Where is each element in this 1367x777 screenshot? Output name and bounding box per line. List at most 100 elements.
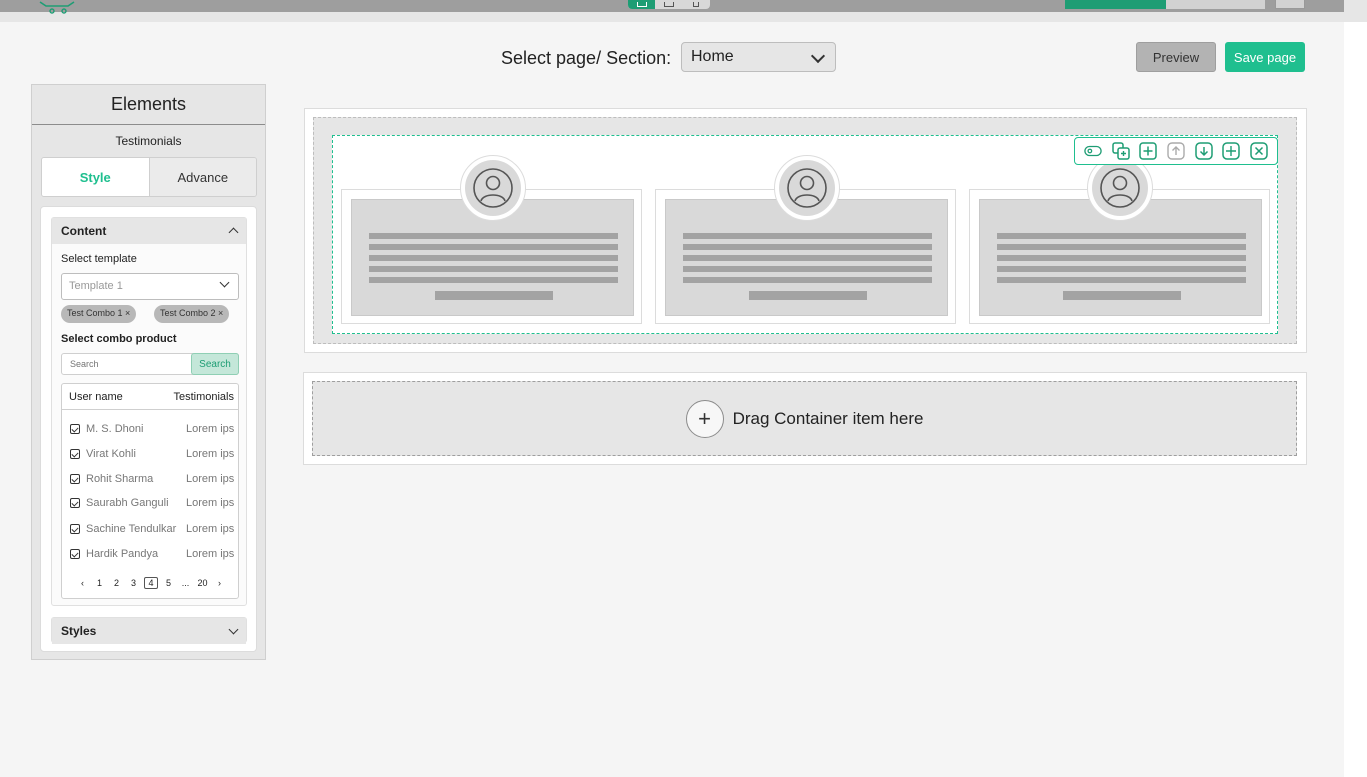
pagination: ‹ 1 2 3 4 5 ... 20 › — [62, 577, 238, 589]
checkbox[interactable] — [70, 424, 80, 434]
content-title: Content — [61, 224, 107, 238]
name-placeholder-line — [435, 291, 553, 300]
text-placeholder-line — [683, 277, 932, 283]
preview-button[interactable]: Preview — [1136, 42, 1216, 72]
chevron-down-icon — [810, 48, 826, 64]
row-testimonial: Lorem ips — [186, 523, 235, 535]
plus-icon[interactable]: + — [685, 399, 724, 438]
testimonials-table: User name Testimonials M. S. Dhoni Lorem… — [61, 383, 239, 599]
top-secondary-button[interactable] — [1166, 0, 1265, 9]
page-select[interactable]: Home — [681, 42, 836, 72]
content-accordion: Content Select template Template 1 Test … — [51, 217, 247, 606]
move-icon[interactable] — [1222, 142, 1241, 160]
search-input[interactable] — [70, 359, 180, 369]
name-placeholder-line — [749, 291, 867, 300]
drop-zone-label: Drag Container item here — [732, 408, 924, 428]
text-placeholder-line — [997, 255, 1246, 261]
styles-title: Styles — [61, 624, 97, 638]
table-row[interactable]: Rohit Sharma Lorem ips — [70, 471, 234, 487]
pagination-page-current[interactable]: 4 — [144, 577, 158, 589]
text-placeholder-line — [369, 277, 618, 283]
pagination-page[interactable]: 3 — [125, 578, 142, 588]
move-up-icon[interactable] — [1167, 142, 1185, 160]
row-username: Sachine Tendulkar — [86, 523, 177, 535]
template-select-value: Template 1 — [69, 280, 123, 292]
content-accordion-header[interactable]: Content — [52, 218, 246, 244]
pagination-next[interactable]: › — [211, 578, 228, 588]
pagination-page[interactable]: 1 — [91, 578, 108, 588]
pagination-page[interactable]: 2 — [108, 578, 125, 588]
table-row[interactable]: Sachine Tendulkar Lorem ips — [70, 521, 234, 537]
checkbox[interactable] — [70, 549, 80, 559]
top-icon-button[interactable] — [1275, 0, 1305, 9]
right-scroll-strip — [1344, 22, 1367, 777]
table-row[interactable]: Hardik Pandya Lorem ips — [70, 546, 234, 562]
select-template-label: Select template — [61, 253, 137, 265]
top-primary-button[interactable] — [1065, 0, 1166, 9]
tablet-icon[interactable] — [655, 0, 682, 9]
row-username: Saurabh Ganguli — [86, 497, 169, 509]
column-header-username: User name — [69, 390, 123, 403]
combo-chip[interactable]: Test Combo 1 × — [61, 305, 137, 323]
column-header-testimonials: Testimonials — [173, 390, 234, 403]
row-username: Virat Kohli — [86, 448, 136, 460]
row-username: Hardik Pandya — [86, 548, 159, 560]
row-testimonial: Lorem ips — [186, 497, 235, 509]
chevron-up-icon — [228, 227, 239, 238]
template-select[interactable]: Template 1 — [61, 273, 239, 300]
search-button[interactable]: Search — [191, 353, 239, 375]
add-icon[interactable] — [1139, 142, 1157, 160]
settings-card: Content Select template Template 1 Test … — [40, 206, 257, 652]
pagination-page[interactable]: 20 — [194, 578, 211, 588]
text-placeholder-line — [683, 233, 932, 239]
mobile-icon[interactable] — [682, 0, 709, 9]
text-placeholder-line — [683, 266, 932, 272]
table-header: User name Testimonials — [62, 384, 238, 410]
top-bar — [0, 0, 1367, 22]
text-placeholder-line — [369, 255, 618, 261]
combo-chip[interactable]: Test Combo 2 × — [154, 305, 230, 323]
table-row[interactable]: Saurabh Ganguli Lorem ips — [70, 495, 234, 511]
row-username: M. S. Dhoni — [86, 423, 144, 435]
checkbox[interactable] — [70, 524, 80, 534]
desktop-icon[interactable] — [628, 0, 655, 9]
drop-zone[interactable]: + Drag Container item here — [312, 381, 1297, 456]
pagination-page[interactable]: 5 — [160, 578, 177, 588]
visibility-icon[interactable] — [1084, 142, 1102, 160]
device-toggle — [628, 0, 710, 9]
tab-advance[interactable]: Advance — [148, 158, 256, 196]
tab-style[interactable]: Style — [42, 158, 149, 196]
text-placeholder-line — [683, 255, 932, 261]
chevron-down-icon — [228, 624, 239, 635]
top-right-actions — [1065, 0, 1305, 9]
pagination-prev[interactable]: ‹ — [74, 578, 91, 588]
close-icon[interactable] — [1250, 142, 1268, 160]
styles-accordion-header[interactable]: Styles — [52, 618, 246, 644]
cart-icon — [39, 1, 75, 14]
text-placeholder-line — [369, 233, 618, 239]
text-placeholder-line — [997, 266, 1246, 272]
row-username: Rohit Sharma — [86, 473, 154, 485]
save-page-button[interactable]: Save page — [1225, 42, 1305, 72]
elements-panel: Elements Testimonials Style Advance Cont… — [31, 84, 266, 660]
panel-tabs: Style Advance — [41, 157, 257, 197]
panel-subtitle: Testimonials — [115, 134, 182, 148]
table-row[interactable]: Virat Kohli Lorem ips — [70, 446, 234, 462]
page-select-value: Home — [691, 48, 734, 65]
table-row[interactable]: M. S. Dhoni Lorem ips — [70, 421, 234, 437]
user-avatar-icon — [774, 155, 840, 221]
select-page-label: Select page/ Section: — [501, 48, 672, 68]
checkbox[interactable] — [70, 498, 80, 508]
text-placeholder-line — [369, 244, 618, 250]
checkbox[interactable] — [70, 449, 80, 459]
user-avatar-icon — [460, 155, 526, 221]
chevron-down-icon — [219, 277, 230, 288]
text-placeholder-line — [997, 277, 1246, 283]
checkbox[interactable] — [70, 474, 80, 484]
combo-search: Search — [61, 353, 239, 375]
pagination-ellipsis: ... — [181, 578, 190, 588]
move-down-icon[interactable] — [1194, 142, 1213, 160]
duplicate-icon[interactable] — [1111, 142, 1130, 160]
text-placeholder-line — [997, 244, 1246, 250]
row-testimonial: Lorem ips — [186, 473, 235, 485]
